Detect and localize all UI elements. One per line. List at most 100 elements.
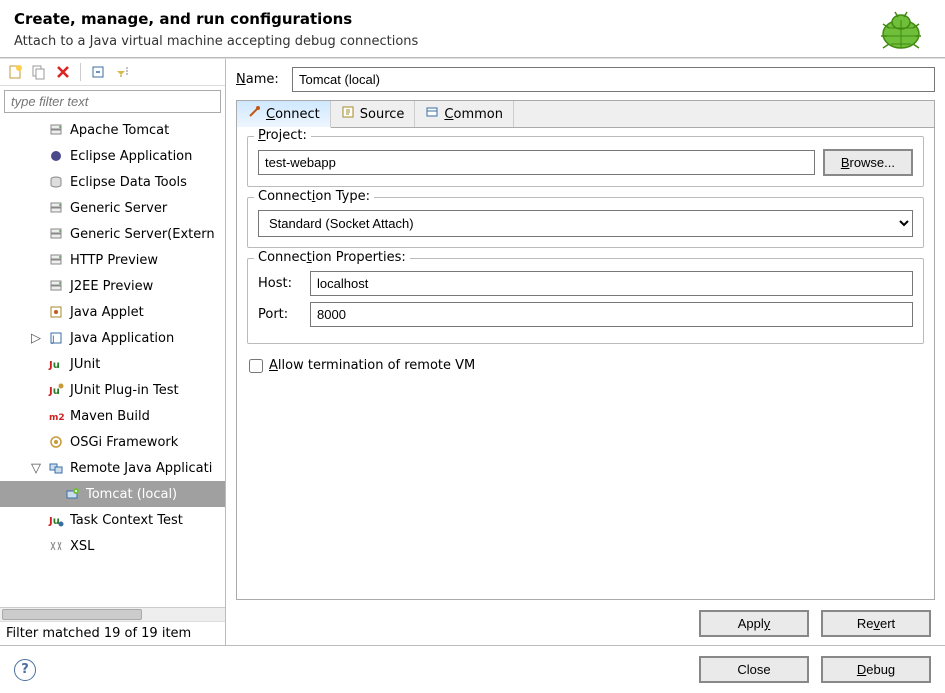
configurations-sidebar: Apache Tomcat Eclipse Application Eclipse … (0, 59, 226, 645)
tree-item[interactable]: ▽ Remote Java Applicati (0, 455, 225, 481)
server-icon (48, 200, 64, 216)
tree-item[interactable]: Ju JUnit (0, 351, 225, 377)
dialog-header: Create, manage, and run configurations A… (0, 0, 945, 58)
apply-button[interactable]: Apply (699, 610, 809, 637)
duplicate-config-icon[interactable] (30, 63, 48, 81)
tree-item[interactable]: Apache Tomcat (0, 117, 225, 143)
tree-item[interactable]: XSL (0, 533, 225, 559)
tab-connect[interactable]: Connect (237, 101, 331, 128)
dialog-title: Create, manage, and run configurations (14, 10, 931, 28)
tab-source[interactable]: Source (331, 101, 416, 127)
server-icon (48, 278, 64, 294)
help-icon[interactable]: ? (14, 659, 36, 681)
tree-item-label: Remote Java Applicati (70, 461, 212, 476)
filter-status: Filter matched 19 of 19 item (0, 621, 225, 645)
connection-type-select[interactable]: Standard (Socket Attach) (258, 210, 913, 237)
tree-item[interactable]: HTTP Preview (0, 247, 225, 273)
tree-item[interactable]: Generic Server (0, 195, 225, 221)
filter-menu-icon[interactable] (113, 63, 131, 81)
svg-text:Ju: Ju (48, 386, 60, 397)
java-icon: J (48, 330, 64, 346)
applet-icon (48, 304, 64, 320)
host-label: Host: (258, 276, 300, 291)
svg-text:J: J (51, 335, 55, 345)
task-icon: Ju (48, 512, 64, 528)
tree-item-label: Java Applet (70, 305, 144, 320)
host-input[interactable] (310, 271, 913, 296)
connection-properties-group: Connection Properties: Host: Port: (247, 258, 924, 344)
allow-termination-label: Allow termination of remote VM (269, 358, 475, 373)
tree-item[interactable]: Generic Server(Extern (0, 221, 225, 247)
tree-item[interactable]: Eclipse Data Tools (0, 169, 225, 195)
maven-icon: m2 (48, 408, 64, 424)
expander-icon[interactable]: ▷ (30, 331, 42, 346)
tree-item-label: HTTP Preview (70, 253, 158, 268)
svg-text:m2: m2 (49, 413, 64, 423)
source-icon (341, 105, 355, 123)
osgi-icon (48, 434, 64, 450)
browse-button[interactable]: Browse... (823, 149, 913, 176)
tree-item[interactable]: J2EE Preview (0, 273, 225, 299)
allow-termination-checkbox[interactable] (249, 359, 263, 373)
configurations-tree[interactable]: Apache Tomcat Eclipse Application Eclipse … (0, 115, 225, 607)
junitp-icon: Ju (48, 382, 64, 398)
tree-item-label: Apache Tomcat (70, 123, 169, 138)
tree-item[interactable]: Java Applet (0, 299, 225, 325)
tree-item[interactable]: m2 Maven Build (0, 403, 225, 429)
delete-config-icon[interactable] (54, 63, 72, 81)
dialog-subtitle: Attach to a Java virtual machine accepti… (14, 34, 931, 49)
db-icon (48, 174, 64, 190)
tab-common[interactable]: Common (415, 101, 514, 127)
project-input[interactable] (258, 150, 815, 175)
tree-item-label: Java Application (70, 331, 174, 346)
tree-item-label: Eclipse Data Tools (70, 175, 187, 190)
tree-item[interactable]: Ju JUnit Plug-in Test (0, 377, 225, 403)
revert-button[interactable]: Revert (821, 610, 931, 637)
connection-type-group: Connection Type: Standard (Socket Attach… (247, 197, 924, 248)
common-icon (425, 105, 439, 123)
debug-button[interactable]: Debug (821, 656, 931, 683)
main-area: Apache Tomcat Eclipse Application Eclipse … (0, 58, 945, 646)
junit-icon: Ju (48, 356, 64, 372)
tree-item-label: Generic Server (70, 201, 167, 216)
tree-item-label: J2EE Preview (70, 279, 153, 294)
tabs-container: Connect Source Common Project: Browse... (236, 100, 935, 600)
tree-item[interactable]: Ju Task Context Test (0, 507, 225, 533)
dialog-footer: ? Close Debug (0, 646, 945, 693)
tree-item-label: OSGi Framework (70, 435, 178, 450)
tab-strip: Connect Source Common (237, 101, 934, 128)
remote-icon (48, 460, 64, 476)
tree-item-label: Task Context Test (70, 513, 183, 528)
svg-text:Ju: Ju (48, 516, 60, 527)
new-config-icon[interactable] (6, 63, 24, 81)
eclipse-icon (48, 148, 64, 164)
port-label: Port: (258, 307, 300, 322)
name-label: Name: (236, 72, 284, 87)
port-input[interactable] (310, 302, 913, 327)
name-input[interactable] (292, 67, 935, 92)
tree-item-label: XSL (70, 539, 94, 554)
launch-icon (64, 486, 80, 502)
tree-item-label: Maven Build (70, 409, 150, 424)
server-icon (48, 226, 64, 242)
debug-bug-icon (871, 6, 927, 58)
tab-content-connect: Project: Browse... Connection Type: Stan… (237, 128, 934, 599)
tree-item-label: JUnit (70, 357, 100, 372)
tree-item-label: Tomcat (local) (86, 487, 177, 502)
svg-text:Ju: Ju (48, 360, 60, 371)
tree-item[interactable]: ▷ J Java Application (0, 325, 225, 351)
collapse-all-icon[interactable] (89, 63, 107, 81)
tree-item-label: JUnit Plug-in Test (70, 383, 179, 398)
tree-item[interactable]: OSGi Framework (0, 429, 225, 455)
tree-item[interactable]: Eclipse Application (0, 143, 225, 169)
expander-icon[interactable]: ▽ (30, 461, 42, 476)
server-icon (48, 122, 64, 138)
project-group: Project: Browse... (247, 136, 924, 187)
xsl-icon (48, 538, 64, 554)
tree-horizontal-scrollbar[interactable] (0, 607, 225, 621)
tree-item-selected[interactable]: Tomcat (local) (0, 481, 225, 507)
close-button[interactable]: Close (699, 656, 809, 683)
filter-input[interactable] (4, 90, 221, 113)
connect-icon (247, 105, 261, 123)
config-editor: Name: Connect Source Common (226, 59, 945, 645)
